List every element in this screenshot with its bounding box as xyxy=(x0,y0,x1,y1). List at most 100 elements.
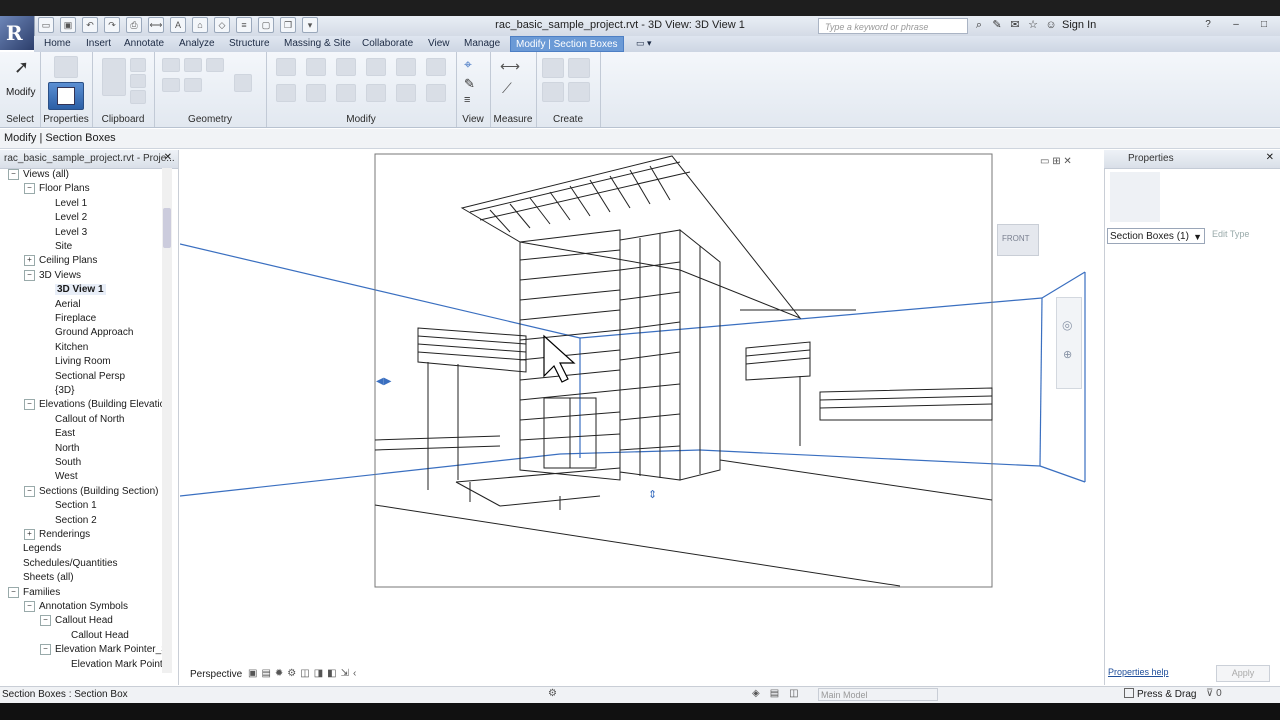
text-icon[interactable]: A xyxy=(170,17,186,33)
browser-item[interactable]: + Renderings xyxy=(24,528,90,542)
undo-icon[interactable]: ↶ xyxy=(82,17,98,33)
select-panel-label[interactable]: Select xyxy=(0,114,40,125)
browser-item[interactable]: Section 1 xyxy=(40,499,97,513)
steering-wheel-icon[interactable]: ◎ xyxy=(1062,318,1072,332)
browser-item[interactable]: Legends xyxy=(8,542,61,556)
collapse-icon[interactable]: − xyxy=(24,601,35,612)
copy-icon[interactable] xyxy=(130,74,146,88)
projection-mode-label[interactable]: Perspective xyxy=(190,669,242,680)
view-control-icons[interactable]: ▣▤✹⚙◫◨◧⇲‹ xyxy=(248,668,360,679)
browser-item[interactable]: East xyxy=(40,427,75,441)
collapse-icon[interactable]: − xyxy=(24,269,35,281)
thin-lines-icon[interactable]: ≡ xyxy=(236,17,252,33)
zoom-icon[interactable]: ⊕ xyxy=(1063,348,1072,361)
browser-item[interactable]: Level 3 xyxy=(40,226,87,240)
copy-element-icon[interactable] xyxy=(396,58,416,76)
browser-item[interactable]: − Floor Plans xyxy=(24,182,90,196)
array-icon[interactable] xyxy=(366,84,386,102)
trim-icon[interactable] xyxy=(276,84,296,102)
switch-windows-icon[interactable]: ❐ xyxy=(280,17,296,33)
sign-in-link[interactable]: Sign In xyxy=(1062,19,1096,31)
ribbon-minimize-icon[interactable]: ▭ ▾ xyxy=(636,38,652,49)
section-box-edges[interactable] xyxy=(180,243,1086,497)
collapse-icon[interactable]: − xyxy=(8,169,19,180)
browser-item[interactable]: − Callout Head xyxy=(40,614,113,628)
subscription-icon[interactable]: ✎ xyxy=(990,19,1004,32)
override-graphics-icon[interactable]: ✎ xyxy=(464,76,475,92)
measure-icon[interactable]: ⟷ xyxy=(148,17,164,33)
communication-icon[interactable]: ✉ xyxy=(1008,19,1022,32)
browser-item[interactable]: Elevation Mark Point xyxy=(56,658,163,672)
browser-item[interactable]: −3D Views xyxy=(24,269,81,283)
project-browser-scroll-thumb[interactable] xyxy=(163,208,171,248)
design-option-select[interactable]: Main Model xyxy=(818,688,938,701)
tab-annotate[interactable]: Annotate xyxy=(124,38,164,49)
tab-view[interactable]: View xyxy=(428,38,450,49)
3d-view-canvas[interactable]: ◀▶ ⇕ xyxy=(180,150,1100,670)
tab-home[interactable]: Home xyxy=(44,38,71,49)
create-assembly-icon[interactable] xyxy=(542,58,564,78)
apply-button[interactable]: Apply xyxy=(1216,665,1270,682)
viewcube[interactable]: FRONT xyxy=(997,224,1039,256)
split-icon[interactable] xyxy=(306,84,326,102)
properties-close-icon[interactable]: ✕ xyxy=(1266,152,1274,163)
section-icon[interactable]: ◇ xyxy=(214,17,230,33)
worksets-icon[interactable]: ⚙ xyxy=(548,688,557,699)
browser-item[interactable]: − Families xyxy=(8,586,60,600)
browser-item[interactable]: Level 1 xyxy=(40,197,87,211)
rotate-icon[interactable] xyxy=(426,58,446,76)
wall-joins-icon[interactable] xyxy=(234,74,252,92)
paint-icon[interactable] xyxy=(184,78,202,92)
browser-item[interactable]: − Elevation Mark Pointer_S xyxy=(40,643,168,657)
browser-item[interactable]: Kitchen xyxy=(40,341,88,355)
split-face-icon[interactable] xyxy=(162,78,180,92)
properties-help-link[interactable]: Properties help xyxy=(1108,667,1169,677)
browser-item[interactable]: {3D} xyxy=(40,384,74,398)
qat-dropdown-icon[interactable]: ▾ xyxy=(302,17,318,33)
edit-type-button[interactable]: Edit Type xyxy=(1212,229,1249,239)
redo-icon[interactable]: ↷ xyxy=(104,17,120,33)
search-input[interactable]: Type a keyword or phrase xyxy=(818,18,968,34)
collapse-icon[interactable]: − xyxy=(40,615,51,627)
help-icon[interactable]: ? xyxy=(1195,17,1221,33)
browser-item[interactable]: Ground Approach xyxy=(40,326,133,340)
pin-icon[interactable] xyxy=(396,84,416,102)
browser-item[interactable]: West xyxy=(40,470,78,484)
tab-insert[interactable]: Insert xyxy=(86,38,111,49)
section-box-handle-bottom-icon[interactable]: ⇕ xyxy=(648,488,657,501)
join-icon[interactable] xyxy=(206,58,224,72)
cut-geometry-icon[interactable] xyxy=(184,58,202,72)
hide-in-view-icon[interactable]: ⌖ xyxy=(464,56,472,73)
offset-icon[interactable] xyxy=(306,58,326,76)
building-model[interactable] xyxy=(374,155,993,587)
create-parts-icon[interactable] xyxy=(568,58,590,78)
browser-item[interactable]: + Ceiling Plans xyxy=(24,254,97,268)
tab-analyze[interactable]: Analyze xyxy=(179,38,215,49)
save-icon[interactable]: ▣ xyxy=(60,17,76,33)
move-icon[interactable] xyxy=(366,58,386,76)
press-drag-checkbox[interactable] xyxy=(1124,688,1134,698)
measure-between-icon[interactable]: ⟷ xyxy=(500,58,520,75)
browser-item[interactable]: Callout of North xyxy=(40,413,124,427)
create-similar-icon[interactable] xyxy=(568,82,590,102)
delete-icon[interactable] xyxy=(426,84,446,102)
browser-item[interactable]: Section 2 xyxy=(40,514,97,528)
browser-item[interactable]: North xyxy=(40,442,79,456)
tab-collaborate[interactable]: Collaborate xyxy=(362,38,413,49)
browser-item[interactable]: South xyxy=(40,456,81,470)
type-properties-icon[interactable] xyxy=(54,56,78,78)
browser-item[interactable]: 3D View 1 xyxy=(40,283,106,297)
cut-icon[interactable] xyxy=(130,58,146,72)
collapse-icon[interactable]: − xyxy=(24,485,35,497)
print-icon[interactable]: ⎙ xyxy=(126,17,142,33)
browser-item[interactable]: Sectional Persp xyxy=(40,370,125,384)
browser-item[interactable]: Site xyxy=(40,240,72,254)
user-icon[interactable]: ☺ xyxy=(1044,19,1058,32)
scale-icon[interactable] xyxy=(336,84,356,102)
close-hidden-icon[interactable]: ▢ xyxy=(258,17,274,33)
create-group-icon[interactable] xyxy=(542,82,564,102)
browser-item[interactable]: − Elevations (Building Elevatio xyxy=(24,398,165,412)
dimension-icon[interactable]: ⟋ xyxy=(502,80,512,97)
mirror-icon[interactable] xyxy=(336,58,356,76)
press-drag-toggle[interactable]: Press & Drag xyxy=(1124,688,1196,700)
